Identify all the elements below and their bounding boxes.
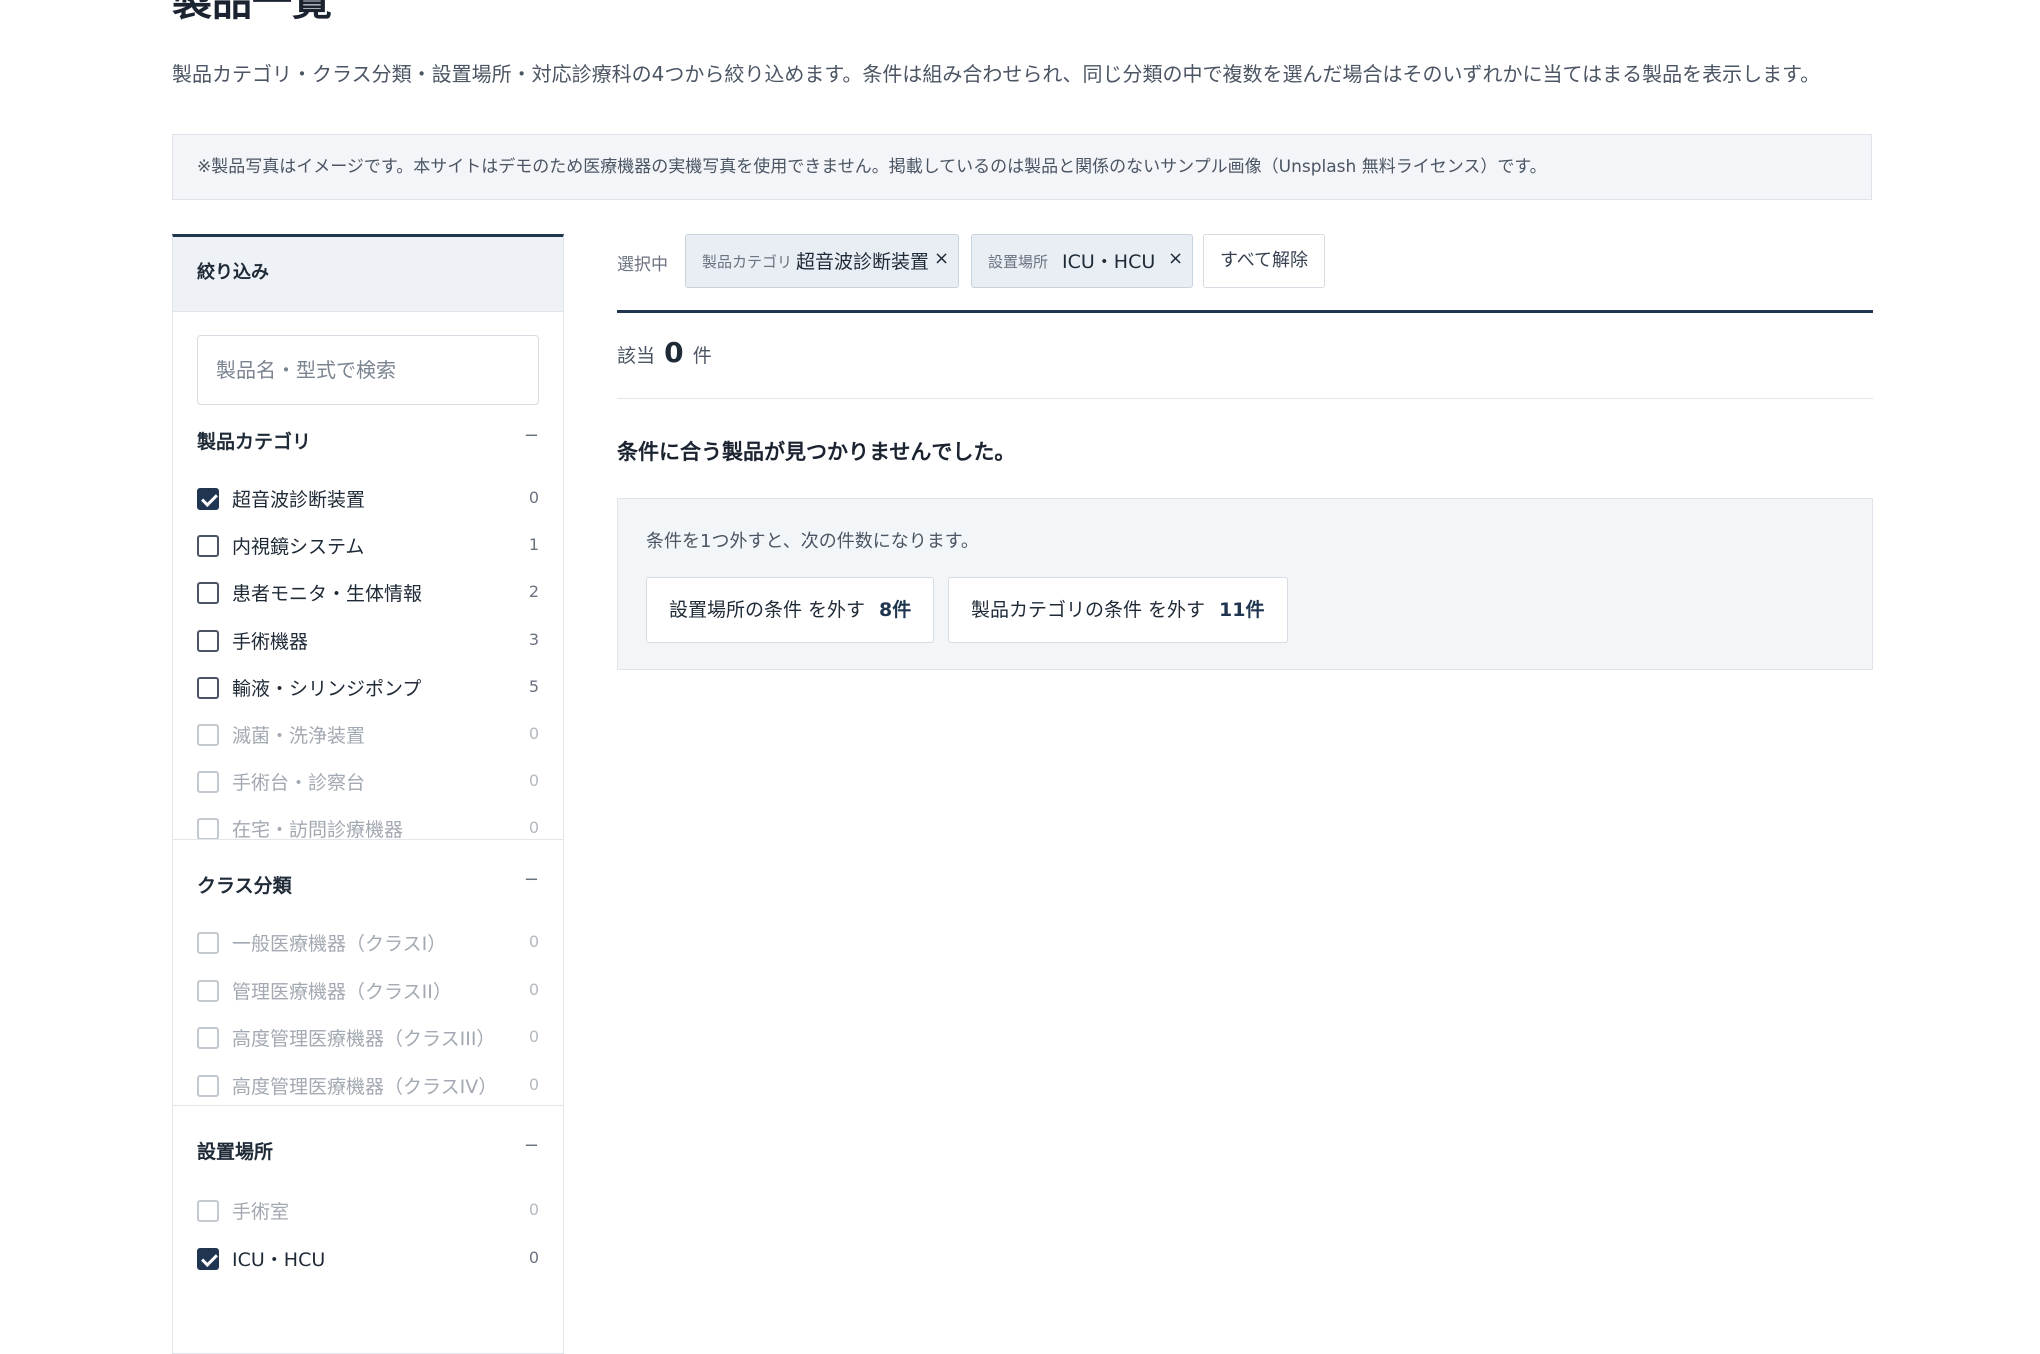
collapse-icon[interactable]: − [524, 425, 539, 446]
filter-item[interactable]: 輸液・シリンジポンプ 5 [197, 668, 539, 708]
filter-item-count: 3 [528, 630, 539, 649]
checkbox [197, 1200, 219, 1222]
remove-location-filter-button[interactable]: 設置場所の条件 を外す 8件 [646, 577, 935, 643]
result-count-prefix: 該当 [617, 345, 656, 367]
checkbox [197, 1075, 219, 1097]
filter-item-count: 2 [528, 582, 539, 601]
clear-all-button[interactable]: すべて解除 [1203, 234, 1325, 288]
checkbox [197, 1027, 219, 1049]
suggestion-label: 製品カテゴリの条件 を外す [971, 599, 1206, 621]
page-title: 製品一覧 [172, 0, 332, 25]
result-count-number: 0 [664, 336, 684, 369]
filter-item-label: 高度管理医療機器（クラスIV） [232, 1076, 498, 1098]
checkbox[interactable] [197, 582, 219, 604]
chip-category: 製品カテゴリ [702, 253, 793, 271]
selected-filters-bar: 選択中 製品カテゴリ 超音波診断装置 × 設置場所 ICU・HCU × すべて解… [617, 234, 1873, 310]
filter-item[interactable]: 手術機器 3 [197, 621, 539, 661]
filter-item-count: 0 [528, 980, 539, 999]
close-icon[interactable]: × [1168, 248, 1183, 269]
checkbox[interactable] [197, 677, 219, 699]
result-count: 該当 0 件 [617, 336, 712, 369]
filter-item-count: 0 [528, 1248, 539, 1267]
group-header-location[interactable]: 設置場所 − [197, 1129, 539, 1169]
checkbox[interactable] [197, 535, 219, 557]
filter-item-count: 0 [528, 818, 539, 837]
suggestion-box: 条件を1つ外すと、次の件数になります。 設置場所の条件 を外す 8件 製品カテゴリ… [617, 498, 1873, 670]
checkbox [197, 818, 219, 840]
checkbox [197, 932, 219, 954]
page-description: 製品カテゴリ・クラス分類・設置場所・対応診療科の4つから絞り込めます。条件は組み… [172, 62, 1821, 86]
count-divider [617, 398, 1873, 399]
remove-category-filter-button[interactable]: 製品カテゴリの条件 を外す 11件 [948, 577, 1288, 643]
filter-item: 手術室 0 [197, 1191, 539, 1231]
checkbox-checked[interactable] [197, 1248, 219, 1270]
filter-item-count: 0 [528, 724, 539, 743]
filter-item-label: 手術機器 [232, 631, 309, 653]
filter-item-count: 1 [528, 535, 539, 554]
suggestion-count: 8件 [879, 599, 912, 621]
group-header-class[interactable]: クラス分類 − [197, 863, 539, 903]
filter-item-label: 超音波診断装置 [232, 489, 366, 511]
filter-item-count: 5 [528, 677, 539, 696]
group-title: クラス分類 [197, 875, 292, 897]
selected-chip-location[interactable]: 設置場所 ICU・HCU × [971, 234, 1193, 288]
chip-category: 設置場所 [988, 253, 1049, 271]
filter-item-label: 患者モニタ・生体情報 [232, 583, 423, 605]
checkbox [197, 724, 219, 746]
filter-item-label: 高度管理医療機器（クラスIII） [232, 1028, 496, 1050]
filter-item: 高度管理医療機器（クラスIV） 0 [197, 1066, 539, 1106]
filter-item-count: 0 [528, 1075, 539, 1094]
filter-item[interactable]: ICU・HCU 0 [197, 1239, 539, 1279]
filter-item-count: 0 [528, 771, 539, 790]
selected-chip-category[interactable]: 製品カテゴリ 超音波診断装置 × [685, 234, 959, 288]
filter-sidebar: 絞り込み 製品カテゴリ − 超音波診断装置 0 内視鏡システム 1 患者モニタ・生体情報… [172, 234, 564, 1354]
filter-item[interactable]: 患者モニタ・生体情報 2 [197, 573, 539, 613]
group-header-category[interactable]: 製品カテゴリ − [197, 419, 539, 459]
filter-item-label: 手術室 [232, 1201, 290, 1223]
filter-item-label: 手術台・診察台 [232, 772, 366, 794]
filter-item-label: 管理医療機器（クラスII） [232, 981, 452, 1003]
filter-item-label: 一般医療機器（クラスI） [232, 933, 447, 955]
checkbox-checked[interactable] [197, 488, 219, 510]
collapse-icon[interactable]: − [524, 869, 539, 890]
product-search-input[interactable] [197, 335, 539, 405]
checkbox [197, 980, 219, 1002]
filter-item: 管理医療機器（クラスII） 0 [197, 971, 539, 1011]
filter-item-count: 0 [528, 1200, 539, 1219]
filter-item-label: 在宅・訪問診療機器 [232, 819, 404, 841]
empty-result-title: 条件に合う製品が見つかりませんでした。 [617, 440, 1016, 464]
filter-item-label: 内視鏡システム [232, 536, 365, 558]
checkbox[interactable] [197, 630, 219, 652]
filter-item: 手術台・診察台 0 [197, 762, 539, 802]
filter-item: 一般医療機器（クラスI） 0 [197, 923, 539, 963]
group-divider [173, 1105, 563, 1106]
filter-item-label: 輸液・シリンジポンプ [232, 678, 422, 700]
group-title: 製品カテゴリ [197, 431, 312, 453]
filter-item[interactable]: 超音波診断装置 0 [197, 479, 539, 519]
filter-item: 滅菌・洗浄装置 0 [197, 715, 539, 755]
filter-item[interactable]: 内視鏡システム 1 [197, 526, 539, 566]
filter-item-count: 0 [528, 1027, 539, 1046]
filter-item: 在宅・訪問診療機器 0 [197, 809, 539, 849]
suggestion-text: 条件を1つ外すと、次の件数になります。 [646, 531, 979, 552]
close-icon[interactable]: × [934, 248, 949, 269]
filter-item-label: ICU・HCU [232, 1249, 326, 1271]
filter-item-count: 0 [528, 488, 539, 507]
filter-item-label: 滅菌・洗浄装置 [232, 725, 366, 747]
group-title: 設置場所 [197, 1141, 274, 1163]
checkbox [197, 771, 219, 793]
image-notice: ※製品写真はイメージです。本サイトはデモのため医療機器の実機写真を使用できません… [172, 134, 1872, 200]
chip-value: 超音波診断装置 [796, 251, 930, 273]
filter-item-count: 0 [528, 932, 539, 951]
suggestion-label: 設置場所の条件 を外す [669, 599, 866, 621]
selected-label: 選択中 [617, 255, 668, 275]
chip-value: ICU・HCU [1062, 251, 1156, 273]
result-count-suffix: 件 [692, 345, 712, 367]
sidebar-title: 絞り込み [173, 237, 563, 312]
collapse-icon[interactable]: − [524, 1135, 539, 1156]
selected-bar-underline [617, 310, 1873, 313]
filter-item: 高度管理医療機器（クラスIII） 0 [197, 1018, 539, 1058]
suggestion-count: 11件 [1219, 599, 1265, 621]
group-divider [173, 839, 563, 840]
